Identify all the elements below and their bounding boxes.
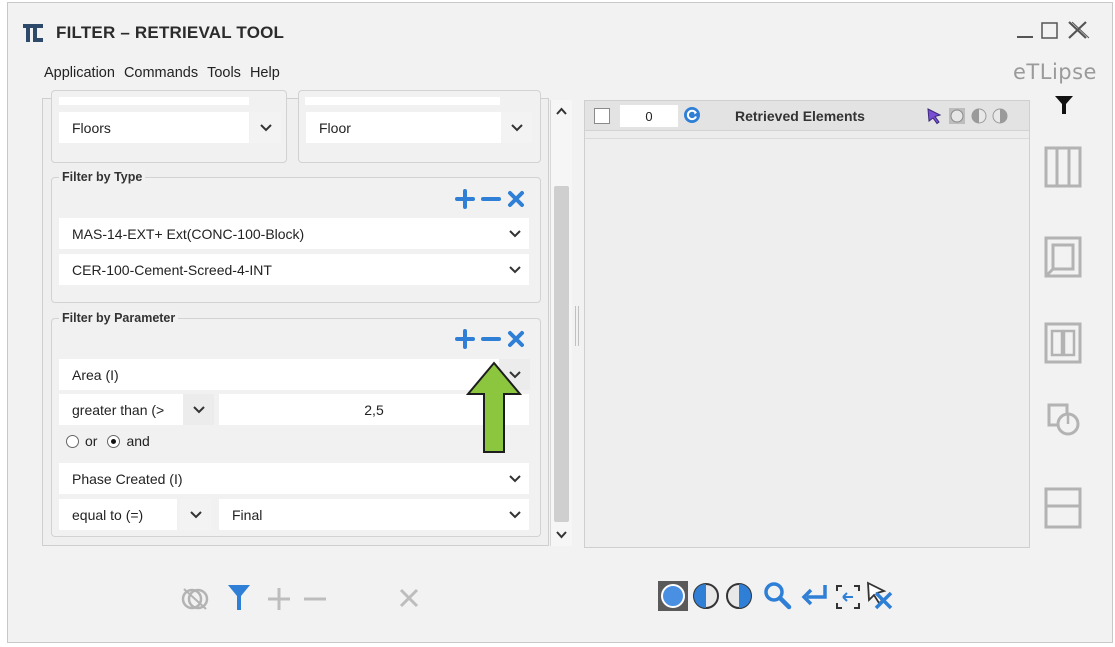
parameter-actions xyxy=(455,329,525,349)
logic-operator: or and xyxy=(66,433,150,449)
return-icon[interactable] xyxy=(800,582,830,610)
select-stub xyxy=(59,97,249,105)
menu-bar: Application Commands Tools Help xyxy=(44,65,280,81)
window-title: FILTER – RETRIEVAL TOOL xyxy=(56,23,285,42)
operator-dropdown-1[interactable] xyxy=(183,394,214,425)
type-select-1[interactable]: MAS-14-EXT+ Ext(CONC-100-Block) xyxy=(59,218,529,249)
chevron-down-icon xyxy=(508,510,521,518)
type-dropdown-2[interactable] xyxy=(499,254,530,285)
filter-panel-scrollbar[interactable] xyxy=(550,100,572,546)
halftone-select-icon[interactable] xyxy=(948,107,966,125)
isolate-icon[interactable] xyxy=(657,580,689,612)
brand-logo: eTLipse xyxy=(1013,60,1097,84)
filter-by-parameter-label: Filter by Parameter xyxy=(59,311,179,325)
menu-commands[interactable]: Commands xyxy=(124,65,198,81)
clear-icon[interactable] xyxy=(507,190,525,208)
wall-icon[interactable] xyxy=(1044,146,1082,188)
clear-rules-icon[interactable] xyxy=(398,587,420,609)
filter-icon[interactable] xyxy=(1054,94,1074,116)
scroll-up-icon[interactable] xyxy=(554,104,569,118)
scrollbar-thumb[interactable] xyxy=(554,186,569,522)
radio-or[interactable] xyxy=(66,434,79,448)
apply-filter-icon[interactable] xyxy=(226,582,252,614)
category-dropdown-button[interactable] xyxy=(250,112,281,143)
up-arrow-annotation-icon xyxy=(466,361,522,453)
add-icon[interactable] xyxy=(455,189,475,209)
filter-by-type-label: Filter by Type xyxy=(59,170,146,184)
scroll-down-icon[interactable] xyxy=(554,528,569,542)
retrieved-count: 0 xyxy=(620,105,678,127)
operator-select-2[interactable]: equal to (=) xyxy=(59,499,177,530)
halftone-left-icon[interactable] xyxy=(691,581,721,611)
select-stub xyxy=(305,97,500,105)
radio-or-label: or xyxy=(85,433,98,449)
chevron-down-icon xyxy=(189,510,202,518)
select-all-checkbox[interactable] xyxy=(594,108,610,124)
shapes-icon[interactable] xyxy=(1046,402,1082,438)
type-select-2[interactable]: CER-100-Cement-Screed-4-INT xyxy=(59,254,529,285)
panel-split-icon[interactable] xyxy=(1044,487,1082,529)
family-select[interactable]: Floor xyxy=(306,112,501,143)
deselect-icon[interactable] xyxy=(862,579,894,611)
pane-splitter[interactable] xyxy=(575,306,579,346)
zoom-icon[interactable] xyxy=(762,580,792,610)
chevron-down-icon xyxy=(510,123,523,131)
operator-dropdown-2[interactable] xyxy=(180,499,211,530)
halftone-right-icon[interactable] xyxy=(724,581,754,611)
value-dropdown-2[interactable] xyxy=(499,499,530,530)
add-icon[interactable] xyxy=(455,329,475,349)
remove-icon[interactable] xyxy=(481,189,501,209)
parameter-select-2[interactable]: Phase Created (I) xyxy=(59,463,529,494)
chevron-down-icon xyxy=(259,123,272,131)
half-circle-left-icon[interactable] xyxy=(970,107,988,125)
maximize-icon[interactable] xyxy=(1039,18,1061,42)
minimize-icon[interactable] xyxy=(1014,18,1036,42)
remove-rule-icon[interactable] xyxy=(302,586,328,612)
parameter-select-1[interactable]: Area (I) xyxy=(59,359,529,390)
door-icon[interactable] xyxy=(1044,322,1082,364)
chevron-down-icon xyxy=(508,229,521,237)
close-icon[interactable] xyxy=(1064,18,1092,42)
retrieved-header: 0 Retrieved Elements xyxy=(585,101,1029,131)
parameter-dropdown-2[interactable] xyxy=(499,463,530,494)
menu-help[interactable]: Help xyxy=(250,65,280,81)
value-select-2[interactable]: Final xyxy=(219,499,529,530)
retrieved-column-headers xyxy=(585,131,1029,139)
category-select[interactable]: Floors xyxy=(59,112,249,143)
chevron-down-icon xyxy=(508,474,521,482)
app-logo-icon xyxy=(23,24,43,42)
menu-application[interactable]: Application xyxy=(44,65,115,81)
operator-select-1[interactable]: greater than (> xyxy=(59,394,183,425)
refresh-icon[interactable] xyxy=(683,106,701,124)
clear-icon[interactable] xyxy=(507,330,525,348)
family-dropdown-button[interactable] xyxy=(501,112,532,143)
chevron-down-icon xyxy=(508,265,521,273)
chevron-down-icon xyxy=(192,405,205,413)
radio-and-label: and xyxy=(126,433,150,449)
select-cursor-icon[interactable] xyxy=(925,107,943,125)
radio-and[interactable] xyxy=(107,434,121,448)
select-region-icon[interactable] xyxy=(835,584,861,610)
type-dropdown-1[interactable] xyxy=(499,218,530,249)
type-actions xyxy=(455,189,525,209)
add-rule-icon[interactable] xyxy=(266,586,292,612)
half-circle-right-icon[interactable] xyxy=(991,107,1009,125)
retrieved-elements-panel: 0 Retrieved Elements xyxy=(584,100,1030,548)
floor-icon[interactable] xyxy=(1044,236,1082,278)
intersect-icon[interactable] xyxy=(180,584,210,614)
remove-icon[interactable] xyxy=(481,329,501,349)
retrieved-title: Retrieved Elements xyxy=(735,108,865,124)
menu-tools[interactable]: Tools xyxy=(207,65,241,81)
